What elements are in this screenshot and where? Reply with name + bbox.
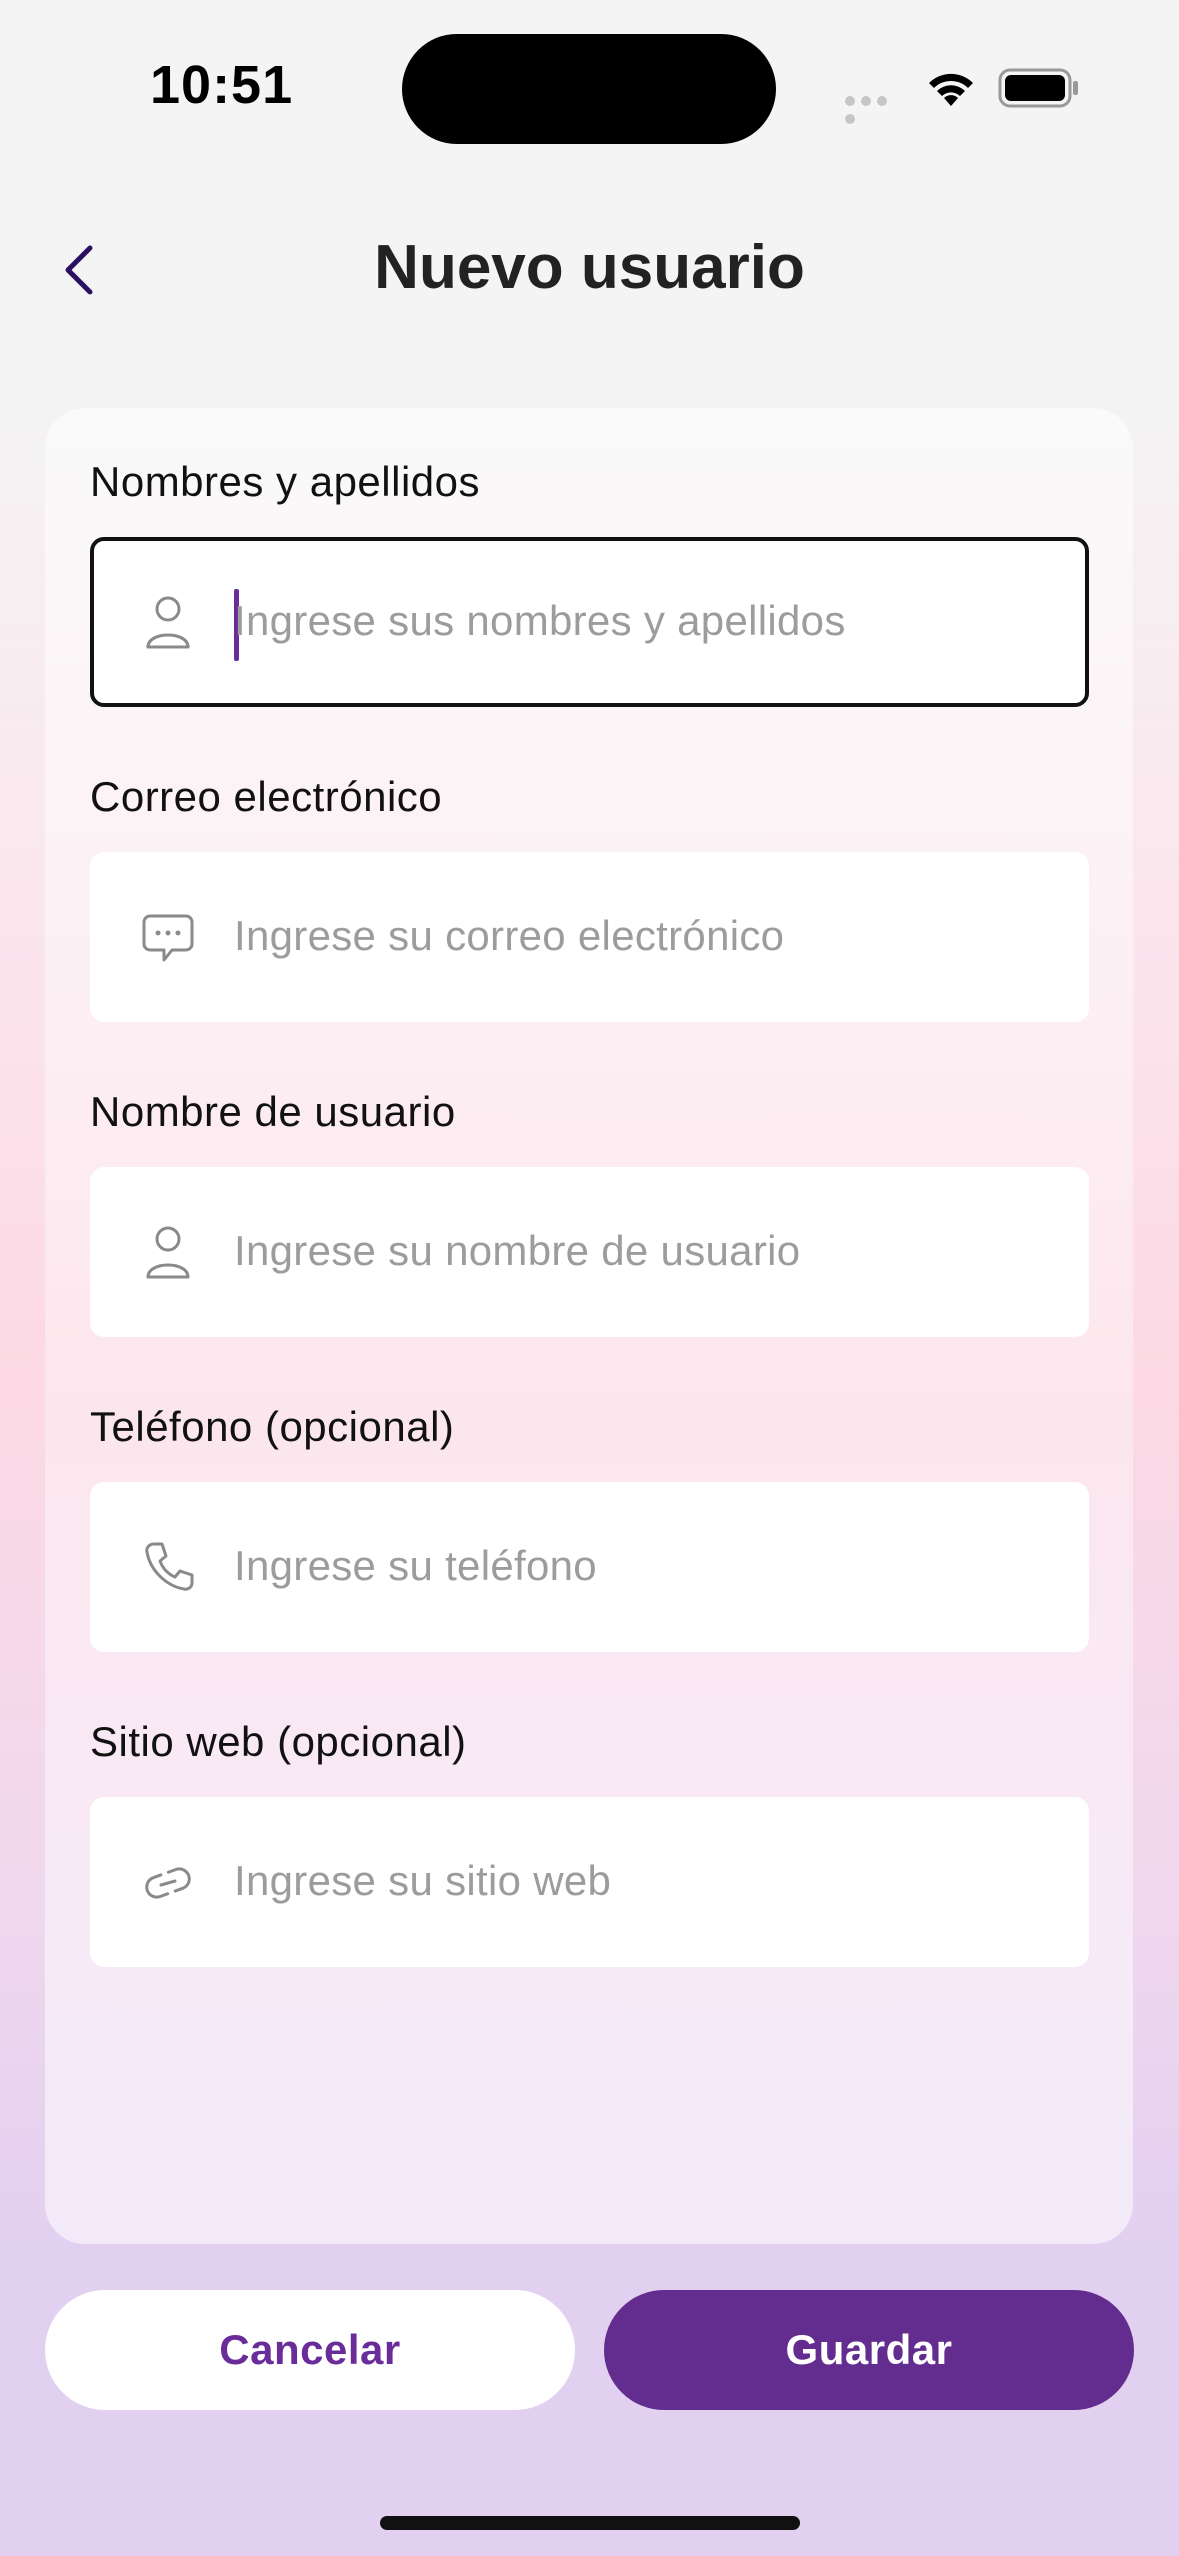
link-icon bbox=[140, 1851, 196, 1911]
save-button[interactable]: Guardar bbox=[604, 2290, 1134, 2410]
field-label-phone: Teléfono (opcional) bbox=[90, 1403, 455, 1450]
website-placeholder: Ingrese su sitio web bbox=[234, 1857, 612, 1904]
full-name-placeholder: Ingrese sus nombres y apellidos bbox=[234, 597, 846, 644]
home-indicator[interactable] bbox=[380, 2516, 800, 2530]
battery-icon bbox=[998, 68, 1080, 108]
person-icon bbox=[140, 1221, 196, 1281]
phone-placeholder: Ingrese su teléfono bbox=[234, 1542, 597, 1589]
field-label-website: Sitio web (opcional) bbox=[90, 1718, 467, 1765]
email-placeholder: Ingrese su correo electrónico bbox=[234, 912, 785, 959]
chat-bubble-icon bbox=[140, 906, 196, 966]
phone-icon bbox=[140, 1536, 196, 1596]
username-placeholder: Ingrese su nombre de usuario bbox=[234, 1227, 801, 1274]
phone-input[interactable]: Ingrese su teléfono bbox=[90, 1482, 1089, 1652]
cancel-button[interactable]: Cancelar bbox=[45, 2290, 575, 2410]
page-title: Nuevo usuario bbox=[374, 233, 805, 302]
field-label-username: Nombre de usuario bbox=[90, 1088, 456, 1135]
website-input[interactable]: Ingrese su sitio web bbox=[90, 1797, 1089, 1967]
field-label-full-name: Nombres y apellidos bbox=[90, 458, 481, 505]
status-time: 10:51 bbox=[150, 55, 294, 115]
field-label-email: Correo electrónico bbox=[90, 773, 443, 820]
wifi-icon bbox=[924, 66, 978, 110]
email-input[interactable]: Ingrese su correo electrónico bbox=[90, 852, 1089, 1022]
cellular-signal-icon bbox=[845, 93, 907, 124]
dynamic-island bbox=[402, 34, 776, 144]
person-icon bbox=[140, 591, 196, 651]
username-input[interactable]: Ingrese su nombre de usuario bbox=[90, 1167, 1089, 1337]
full-name-input[interactable]: Ingrese sus nombres y apellidos bbox=[90, 537, 1089, 707]
